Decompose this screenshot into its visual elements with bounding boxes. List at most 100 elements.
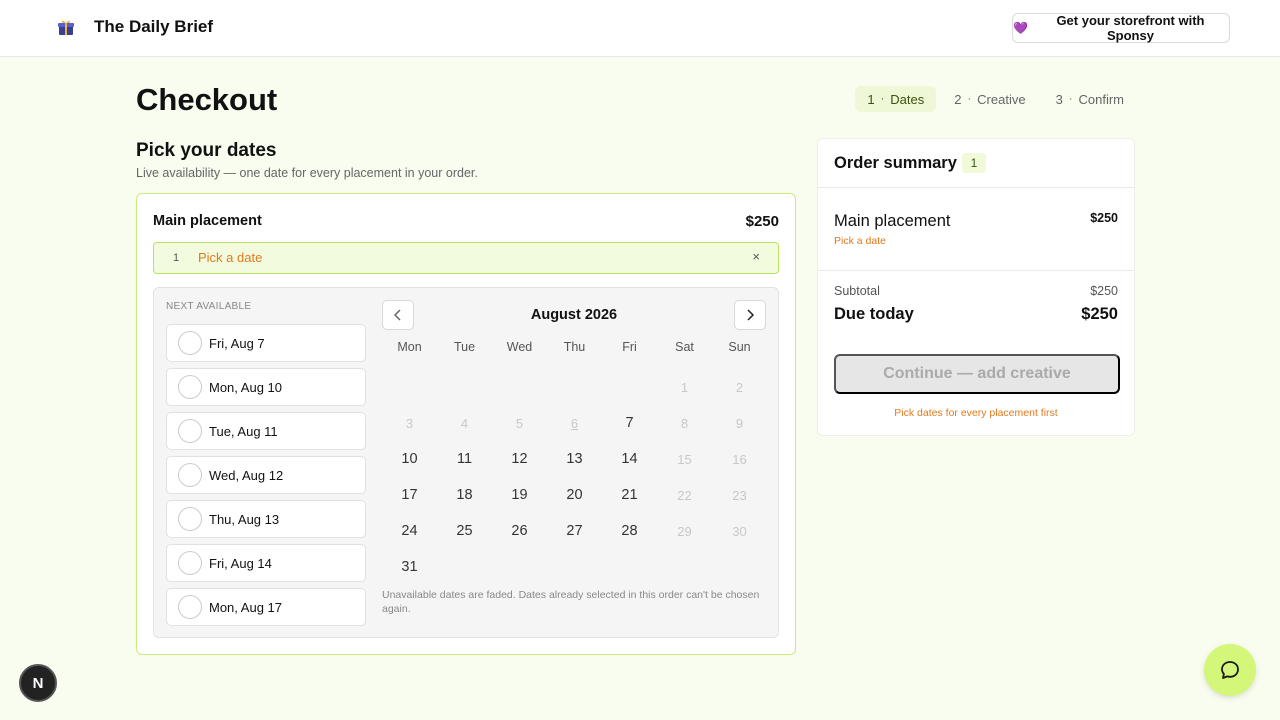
calendar-day[interactable]: 19: [492, 484, 547, 520]
sponsy-storefront-button[interactable]: 💜 Get your storefront with Sponsy: [1012, 13, 1230, 43]
summary-hint: Pick dates for every placement first: [894, 407, 1058, 419]
divider: [818, 187, 1134, 188]
placement-price: $250: [745, 213, 779, 230]
calendar-day[interactable]: 20: [547, 484, 602, 520]
calendar-day: 4: [460, 416, 469, 431]
calendar-blank: [492, 376, 547, 412]
dates-section-subtitle: Live availability — one date for every p…: [136, 166, 478, 180]
step-creative[interactable]: 2 · Creative: [942, 86, 1037, 112]
step-label: Confirm: [1078, 91, 1124, 107]
purple-heart-icon: 💜: [1013, 21, 1028, 35]
calendar-day: 1: [680, 380, 689, 395]
nextjs-badge[interactable]: N: [19, 664, 57, 702]
calendar-day[interactable]: 27: [547, 520, 602, 556]
weekday-label: Sat: [675, 340, 694, 354]
calendar-note: Unavailable dates are faded. Dates alrea…: [382, 589, 760, 615]
calendar-day[interactable]: 12: [492, 448, 547, 484]
next-available-item[interactable]: Mon, Aug 10: [166, 368, 366, 406]
summary-item-name: Main placement: [834, 212, 951, 230]
next-available-date: Tue, Aug 11: [209, 424, 278, 439]
calendar-day[interactable]: 21: [602, 484, 657, 520]
calendar-day[interactable]: 31: [382, 556, 437, 592]
calendar-day[interactable]: 25: [437, 520, 492, 556]
calendar-day: 23: [732, 488, 747, 503]
placement-name: Main placement: [153, 213, 262, 229]
chat-bubble-icon: [1221, 661, 1239, 679]
next-available-date: Mon, Aug 17: [209, 600, 282, 615]
radio-button[interactable]: [178, 375, 202, 399]
calendar-day[interactable]: 11: [437, 448, 492, 484]
next-month-button[interactable]: [734, 300, 766, 330]
calendar-day: 2: [735, 380, 744, 395]
date-slot[interactable]: 1 Pick a date ×: [153, 242, 779, 274]
weekday-label: Fri: [622, 340, 637, 354]
calendar-day: 22: [677, 488, 692, 503]
chat-button[interactable]: [1204, 644, 1256, 696]
step-label: Creative: [977, 91, 1026, 107]
step-number: 1: [867, 91, 875, 107]
next-available-item[interactable]: Thu, Aug 13: [166, 500, 366, 538]
step-separator: ·: [1068, 93, 1073, 105]
calendar-day: 3: [405, 416, 414, 431]
calendar-blank: [547, 376, 602, 412]
due-today-value: $250: [1081, 305, 1118, 323]
calendar-day[interactable]: 24: [382, 520, 437, 556]
next-available-date: Fri, Aug 14: [209, 556, 272, 571]
summary-item-price: $250: [1090, 211, 1118, 225]
continue-button[interactable]: Continue — add creative: [834, 354, 1120, 394]
summary-count-badge: 1: [962, 153, 986, 173]
chevron-right-icon: [747, 309, 755, 321]
calendar-day[interactable]: 26: [492, 520, 547, 556]
next-available-item[interactable]: Tue, Aug 11: [166, 412, 366, 450]
radio-button[interactable]: [178, 331, 202, 355]
weekday-label: Sun: [728, 340, 751, 354]
step-separator: ·: [880, 93, 885, 105]
radio-button[interactable]: [178, 419, 202, 443]
step-number: 2: [954, 91, 962, 107]
next-available-item[interactable]: Wed, Aug 12: [166, 456, 366, 494]
step-label: Dates: [890, 91, 925, 107]
radio-button[interactable]: [178, 507, 202, 531]
calendar-day: 15: [677, 452, 692, 467]
checkout-steps: 1 · Dates 2 · Creative 3 · Confirm: [855, 86, 1136, 112]
calendar-day: 6: [570, 416, 579, 431]
page-title: Checkout: [136, 82, 278, 117]
gift-box-icon: [58, 20, 74, 35]
brand-name[interactable]: The Daily Brief: [94, 17, 213, 37]
calendar-day[interactable]: 13: [547, 448, 602, 484]
calendar-day[interactable]: 28: [602, 520, 657, 556]
due-today-label: Due today: [834, 305, 914, 323]
step-number: 3: [1055, 91, 1063, 107]
next-available-list: Fri, Aug 7 Mon, Aug 10 Tue, Aug 11 Wed, …: [166, 324, 366, 632]
next-available-date: Wed, Aug 12: [209, 468, 284, 483]
calendar-day[interactable]: 18: [437, 484, 492, 520]
next-available-item[interactable]: Fri, Aug 7: [166, 324, 366, 362]
calendar-day[interactable]: 17: [382, 484, 437, 520]
radio-button[interactable]: [178, 463, 202, 487]
date-picker: NEXT AVAILABLE Fri, Aug 7 Mon, Aug 10 Tu…: [153, 287, 779, 638]
close-icon[interactable]: ×: [752, 249, 760, 264]
next-available-date: Fri, Aug 7: [209, 336, 265, 351]
sponsy-button-label: Get your storefront with Sponsy: [1056, 13, 1205, 43]
next-available-date: Mon, Aug 10: [209, 380, 282, 395]
radio-button[interactable]: [178, 551, 202, 575]
calendar-day: 5: [515, 416, 524, 431]
calendar-day[interactable]: 10: [382, 448, 437, 484]
order-summary: Order summary 1 Main placement $250 Pick…: [817, 138, 1135, 436]
next-available-date: Thu, Aug 13: [209, 512, 280, 527]
calendar-day[interactable]: 7: [602, 412, 657, 448]
next-available-item[interactable]: Fri, Aug 14: [166, 544, 366, 582]
step-confirm[interactable]: 3 · Confirm: [1044, 86, 1136, 112]
calendar-month-title: August 2026: [530, 307, 618, 323]
step-dates[interactable]: 1 · Dates: [855, 86, 937, 112]
calendar-day[interactable]: 14: [602, 448, 657, 484]
radio-button[interactable]: [178, 595, 202, 619]
calendar-blank: [437, 376, 492, 412]
slot-number: 1: [173, 252, 180, 264]
calendar-day: 30: [732, 524, 747, 539]
subtotal-label: Subtotal: [834, 284, 880, 298]
calendar-blank: [382, 376, 437, 412]
slot-status: Pick a date: [198, 250, 263, 265]
next-available-item[interactable]: Mon, Aug 17: [166, 588, 366, 626]
weekday-label: Mon: [397, 340, 422, 354]
